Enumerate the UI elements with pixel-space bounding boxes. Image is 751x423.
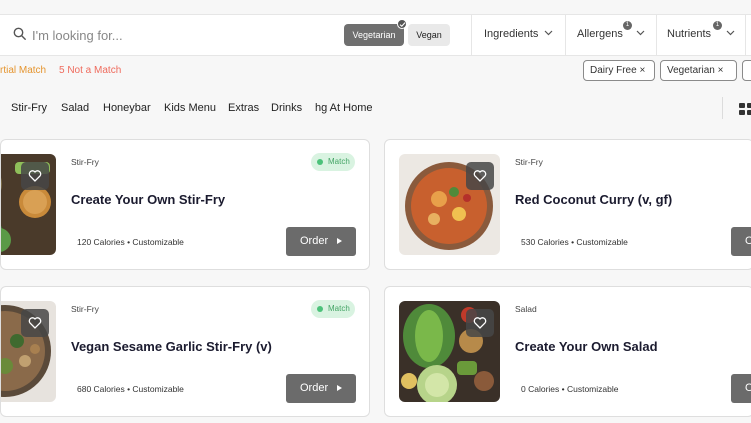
nav-item-stir-fry[interactable]: Stir-Fry [11, 102, 47, 114]
match-badge: Match [311, 300, 355, 318]
search-input[interactable] [32, 25, 232, 45]
heart-icon [28, 317, 42, 329]
filter-bar: Vegetarian Vegan Ingredients Allergens 1… [0, 14, 751, 56]
menu-card[interactable]: Stir-Fry Red Coconut Curry (v, gf) 530 C… [384, 139, 751, 270]
order-button[interactable]: O [731, 227, 751, 256]
card-category: Stir-Fry [71, 157, 99, 167]
play-arrow-icon [337, 385, 342, 391]
chevron-down-icon [636, 30, 645, 36]
heart-icon [28, 170, 42, 182]
play-arrow-icon [337, 238, 342, 244]
chevron-down-icon [544, 30, 553, 36]
card-meta: 0 Calories • Customizable [521, 384, 619, 394]
allergens-dropdown[interactable]: Allergens 1 [565, 15, 656, 55]
heart-icon [473, 170, 487, 182]
menu-card[interactable]: Salad Create Your Own Salad 0 Calories •… [384, 286, 751, 417]
ingredients-label: Ingredients [484, 28, 539, 40]
allergens-count-badge: 1 [623, 21, 632, 30]
nav-item-salad[interactable]: Salad [61, 102, 89, 114]
nav-item-kids-menu[interactable]: Kids Menu [164, 102, 216, 114]
order-button[interactable]: O [731, 374, 751, 403]
menu-card[interactable]: Stir-Fry Match Create Your Own Stir-Fry … [0, 139, 370, 270]
partial-match-link[interactable]: rtial Match [0, 65, 46, 76]
order-button[interactable]: Order [286, 374, 356, 403]
nav-divider [722, 97, 723, 119]
vegan-chip[interactable]: Vegan [408, 24, 450, 46]
more-tag[interactable] [742, 60, 751, 81]
not-a-match-link[interactable]: 5 Not a Match [59, 65, 121, 76]
nutrients-label: Nutrients [667, 28, 712, 40]
favorite-button[interactable] [21, 162, 49, 190]
grid-view-icon[interactable] [739, 103, 751, 115]
nutrients-count-badge: 1 [713, 21, 722, 30]
vegetarian-tag[interactable]: Vegetarian × [660, 60, 737, 81]
nav-item-honeybar[interactable]: Honeybar [103, 102, 151, 114]
chevron-down-icon [726, 30, 735, 36]
card-meta: 530 Calories • Customizable [521, 237, 628, 247]
card-category: Salad [515, 304, 537, 314]
menu-card[interactable]: Stir-Fry Match Vegan Sesame Garlic Stir-… [0, 286, 370, 417]
vegetarian-chip[interactable]: Vegetarian [344, 24, 404, 46]
order-button[interactable]: Order [286, 227, 356, 256]
heart-icon [473, 317, 487, 329]
card-title[interactable]: Create Your Own Salad [515, 339, 658, 354]
card-title[interactable]: Red Coconut Curry (v, gf) [515, 192, 672, 207]
card-category: Stir-Fry [71, 304, 99, 314]
card-category: Stir-Fry [515, 157, 543, 167]
search-icon [13, 27, 26, 40]
nav-item-hg-at-home[interactable]: hg At Home [315, 102, 372, 114]
nutrients-dropdown[interactable]: Nutrients 1 [656, 15, 746, 55]
allergens-label: Allergens [577, 28, 623, 40]
favorite-button[interactable] [466, 309, 494, 337]
checkmark-icon [397, 19, 407, 29]
match-badge: Match [311, 153, 355, 171]
ingredients-dropdown[interactable]: Ingredients [471, 15, 565, 55]
favorite-button[interactable] [21, 309, 49, 337]
dairy-free-tag[interactable]: Dairy Free × [583, 60, 655, 81]
favorite-button[interactable] [466, 162, 494, 190]
card-title[interactable]: Vegan Sesame Garlic Stir-Fry (v) [71, 339, 272, 354]
card-meta: 120 Calories • Customizable [77, 237, 184, 247]
nav-item-extras[interactable]: Extras [228, 102, 259, 114]
nav-item-drinks[interactable]: Drinks [271, 102, 302, 114]
card-title[interactable]: Create Your Own Stir-Fry [71, 192, 225, 207]
card-meta: 680 Calories • Customizable [77, 384, 184, 394]
